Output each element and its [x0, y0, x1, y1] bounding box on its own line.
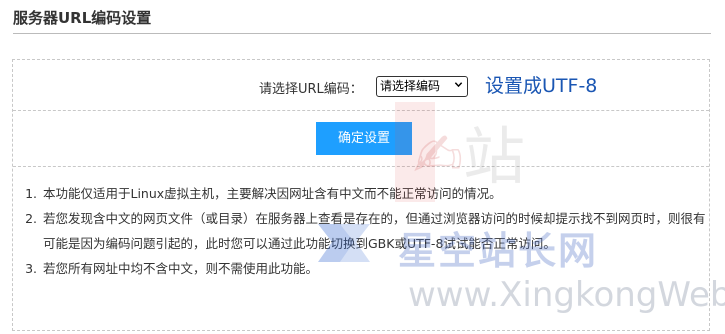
page-title: 服务器URL编码设置: [13, 9, 152, 27]
note-item: 若您所有网址中均不含中文，则不需使用此功能。: [41, 256, 711, 281]
encoding-label: 请选择URL编码：: [259, 82, 363, 97]
row-divider: [13, 110, 709, 111]
confirm-button[interactable]: 确定设置: [316, 122, 412, 155]
note-item: 本功能仅适用于Linux虚拟主机，主要解决因网址含有中文而不能正常访问的情况。: [41, 181, 711, 206]
chevron-down-icon: [454, 82, 463, 88]
encoding-select[interactable]: 请选择编码: [376, 76, 468, 97]
encoding-select-value: 请选择编码: [380, 79, 441, 93]
row-divider: [13, 166, 709, 167]
note-item: 若您发现含中文的网页文件（或目录）在服务器上查看是存在的，但通过浏览器访问的时候…: [41, 206, 711, 256]
notes-list: 本功能仅适用于Linux虚拟主机，主要解决因网址含有中文而不能正常访问的情况。 …: [23, 181, 711, 281]
settings-panel: 请选择URL编码： 请选择编码 设置成UTF-8 确定设置 本功能仅适用于Lin…: [12, 59, 710, 331]
title-divider: [13, 33, 711, 34]
set-utf8-link[interactable]: 设置成UTF-8: [485, 71, 597, 98]
